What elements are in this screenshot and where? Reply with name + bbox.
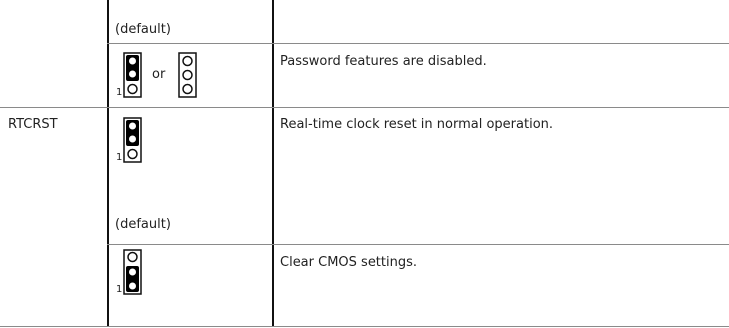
pin-number: 1: [116, 284, 122, 295]
jumper-pins-1-2-installed-icon: 1: [116, 117, 148, 167]
description-password-disabled: Password features are disabled.: [280, 54, 487, 69]
column-divider-1: [107, 0, 109, 326]
pin-number: 1: [116, 87, 122, 98]
column-divider-2: [272, 0, 274, 326]
row-divider: [107, 244, 729, 245]
setting-note-default: (default): [115, 217, 171, 232]
jumper-open-icon: [176, 52, 200, 102]
description-rtc-normal: Real-time clock reset in normal operatio…: [280, 117, 554, 132]
row-divider: [0, 107, 729, 108]
jumper-pins-1-2-installed-icon: 1: [116, 52, 148, 102]
row-divider: [0, 326, 729, 327]
or-label: or: [152, 67, 166, 82]
setting-note-default: (default): [115, 22, 171, 37]
pin-number: 1: [116, 152, 122, 163]
description-clear-cmos: Clear CMOS settings.: [280, 255, 418, 270]
row-divider: [107, 43, 729, 44]
row-label-rtcrst: RTCRST: [8, 117, 58, 132]
jumper-pins-2-3-installed-icon: 1: [116, 249, 148, 299]
